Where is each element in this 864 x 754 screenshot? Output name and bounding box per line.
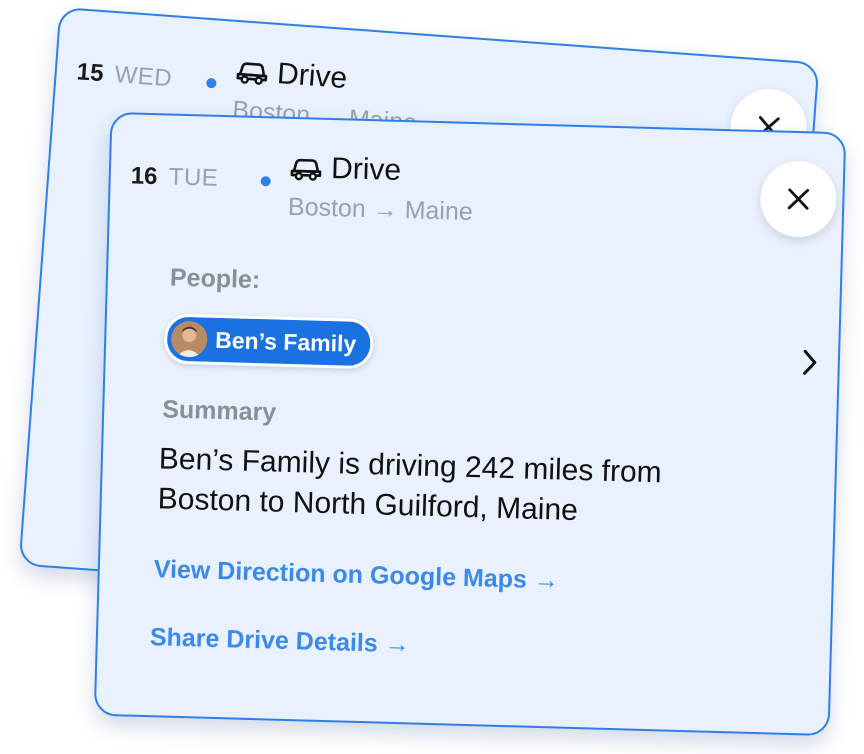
date-weekday: WED	[113, 61, 174, 93]
event-title: Drive	[276, 57, 349, 96]
car-icon	[290, 158, 322, 181]
event-route: Boston → Maine	[287, 192, 474, 226]
avatar	[170, 320, 208, 358]
event-header: 16 TUE Drive Boston → Maine	[130, 148, 731, 226]
event-card-front[interactable]: 16 TUE Drive Boston → Maine People: Ben’…	[93, 111, 847, 737]
event-title: Drive	[330, 152, 402, 187]
date-number: 16	[130, 162, 158, 191]
people-chip-label: Ben’s Family	[214, 326, 357, 357]
close-button[interactable]	[759, 160, 838, 239]
summary-text: Ben’s Family is driving 242 miles from B…	[157, 442, 663, 528]
timeline-dot	[260, 176, 271, 187]
people-chip[interactable]: Ben’s Family	[163, 313, 374, 370]
people-label: People:	[169, 263, 261, 295]
close-icon	[787, 188, 810, 210]
share-drive-link[interactable]: Share Drive Details →	[150, 623, 411, 659]
view-directions-link[interactable]: View Direction on Google Maps →	[153, 555, 559, 595]
chevron-right-icon[interactable]	[799, 347, 820, 378]
date-number: 15	[75, 58, 105, 88]
date-weekday: TUE	[168, 163, 219, 192]
summary-label: Summary	[161, 395, 277, 427]
timeline-dot	[205, 77, 217, 89]
car-icon	[236, 62, 268, 85]
